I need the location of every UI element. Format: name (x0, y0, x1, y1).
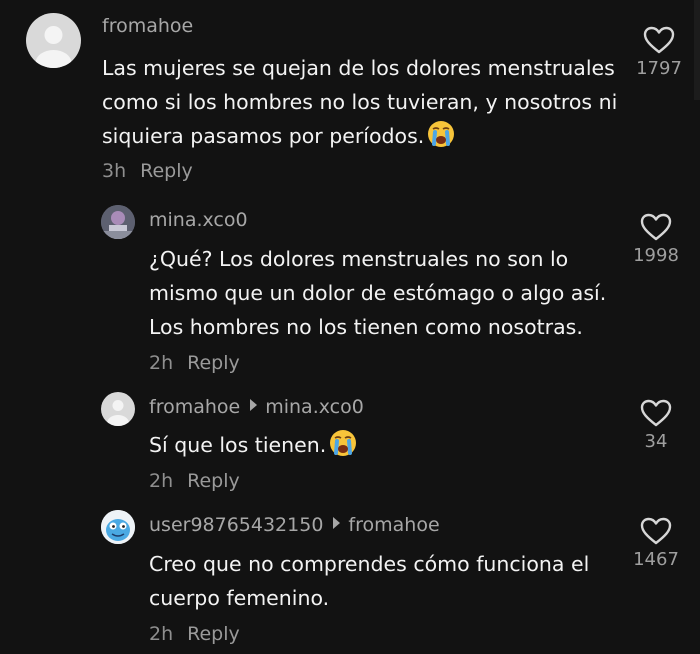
crying-face-emoji-icon (427, 120, 455, 158)
reply-to-username[interactable]: fromahoe (348, 514, 439, 536)
reply-arrow-icon (333, 517, 341, 529)
like-count: 1797 (636, 58, 682, 79)
timestamp: 2h (149, 623, 174, 645)
heart-outline-icon[interactable] (640, 517, 672, 545)
user-photo-avatar-icon (101, 205, 135, 239)
comment-text: Creo que no comprendes cómo funciona el … (149, 547, 619, 615)
avatar[interactable] (26, 13, 81, 68)
comment-body: Las mujeres se quejan de los dolores men… (102, 56, 618, 148)
reply-button[interactable]: Reply (140, 160, 193, 182)
comment-4: user98765432150 fromahoe Creo que no comp… (0, 505, 700, 654)
like-button[interactable]: 34 (621, 399, 691, 452)
comment-text: ¿Qué? Los dolores menstruales no son lo … (149, 242, 624, 344)
reply-to-username[interactable]: mina.xco0 (265, 396, 364, 418)
comment-username[interactable]: fromahoe (102, 15, 193, 37)
timestamp: 3h (102, 160, 127, 182)
comment-body: Sí que los tienen. (149, 433, 327, 457)
reply-button[interactable]: Reply (187, 352, 240, 374)
comment-text: Las mujeres se quejan de los dolores men… (102, 51, 627, 158)
like-button[interactable]: 1797 (624, 26, 694, 79)
comment-1: fromahoe Las mujeres se quejan de los do… (0, 0, 700, 195)
avatar[interactable] (101, 205, 135, 239)
default-avatar-icon (35, 26, 72, 68)
heart-outline-icon[interactable] (643, 26, 675, 54)
heart-outline-icon[interactable] (640, 213, 672, 241)
comment-body: Creo que no comprendes cómo funciona el … (149, 552, 590, 610)
like-count: 1467 (633, 549, 679, 570)
like-button[interactable]: 1467 (621, 517, 691, 570)
reply-button[interactable]: Reply (187, 623, 240, 645)
comment-2: mina.xco0 ¿Qué? Los dolores menstruales … (0, 195, 700, 385)
comment-username[interactable]: fromahoe mina.xco0 (149, 396, 364, 418)
username-text[interactable]: fromahoe (102, 15, 193, 37)
like-button[interactable]: 1998 (621, 213, 691, 266)
comment-meta: 2h Reply (149, 623, 240, 645)
like-count: 1998 (633, 245, 679, 266)
comment-3: fromahoe mina.xco0 Sí que los tienen. 2h R… (0, 385, 700, 505)
username-text[interactable]: mina.xco0 (149, 209, 248, 231)
comment-text: Sí que los tienen. (149, 428, 624, 467)
crying-face-emoji-icon (329, 429, 357, 467)
comment-meta: 3h Reply (102, 160, 193, 182)
comment-username[interactable]: user98765432150 fromahoe (149, 514, 440, 536)
heart-outline-icon[interactable] (640, 399, 672, 427)
default-avatar-icon (107, 400, 129, 426)
timestamp: 2h (149, 352, 174, 374)
scrollbar[interactable] (694, 0, 700, 100)
reply-arrow-icon (250, 399, 258, 411)
timestamp: 2h (149, 470, 174, 492)
comment-username[interactable]: mina.xco0 (149, 209, 248, 231)
comment-body: ¿Qué? Los dolores menstruales no son lo … (149, 247, 607, 339)
avatar[interactable] (101, 510, 135, 544)
username-text[interactable]: fromahoe (149, 396, 240, 418)
like-count: 34 (644, 431, 668, 452)
reply-button[interactable]: Reply (187, 470, 240, 492)
comment-meta: 2h Reply (149, 470, 240, 492)
comment-meta: 2h Reply (149, 352, 240, 374)
username-text[interactable]: user98765432150 (149, 514, 323, 536)
avatar[interactable] (101, 392, 135, 426)
cartoon-avatar-icon (101, 510, 135, 544)
